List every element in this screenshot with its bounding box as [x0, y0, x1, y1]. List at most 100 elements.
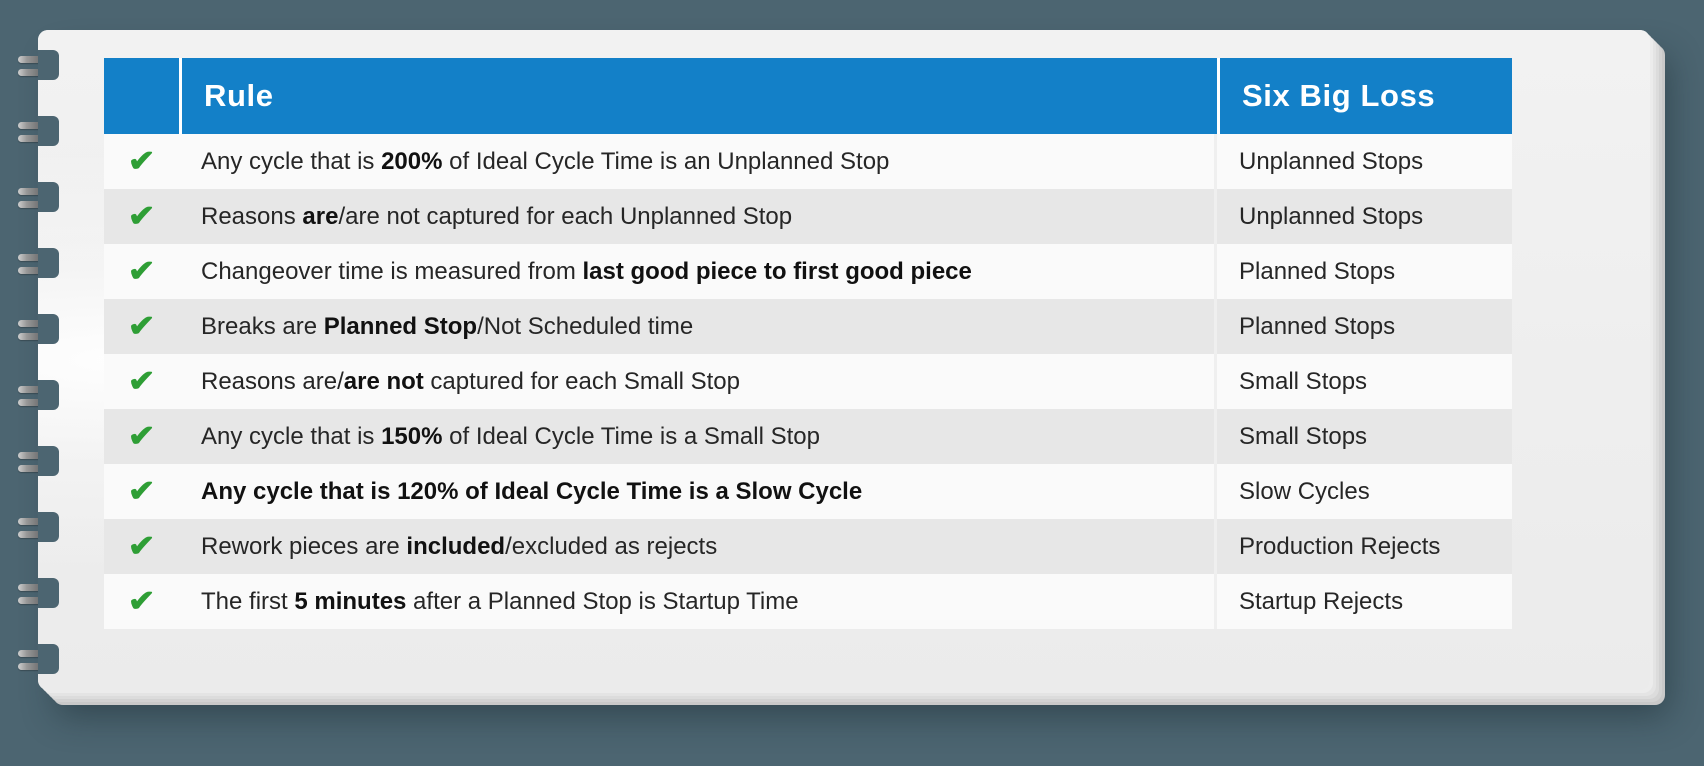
six-big-loss-text: Unplanned Stops: [1239, 202, 1424, 230]
rule-text-fragment: Any cycle that is: [201, 422, 382, 450]
row-check-cell: ✔: [104, 464, 179, 519]
rules-table: Rule Six Big Loss ✔ Any cycle that is 200…: [104, 58, 1512, 629]
rule-text: Reasons are/are not captured for each Sm…: [201, 368, 740, 396]
rule-text-fragment: /are not captured for each Unplanned Sto…: [338, 202, 793, 230]
row-six-big-loss-cell: Startup Rejects: [1217, 574, 1512, 629]
row-six-big-loss-cell: Unplanned Stops: [1217, 134, 1512, 189]
row-six-big-loss-cell: Unplanned Stops: [1217, 189, 1512, 244]
row-check-cell: ✔: [104, 409, 179, 464]
six-big-loss-text: Small Stops: [1239, 367, 1368, 395]
row-rule-cell: Rework pieces are included/excluded as r…: [179, 519, 1214, 574]
rule-text: Changeover time is measured from last go…: [201, 258, 972, 286]
rule-text: Any cycle that is 200% of Ideal Cycle Ti…: [201, 148, 889, 176]
check-icon: ✔: [127, 254, 156, 288]
binding-notch: [38, 380, 59, 410]
table-row[interactable]: ✔ Changeover time is measured from last g…: [104, 244, 1512, 299]
check-icon: ✔: [127, 144, 156, 178]
row-rule-cell: Breaks are Planned Stop/Not Scheduled ti…: [179, 299, 1214, 354]
rule-text-fragment: Changeover time is measured from: [201, 257, 583, 285]
row-rule-cell: Reasons are/are not captured for each Un…: [179, 189, 1214, 244]
row-six-big-loss-cell: Production Rejects: [1217, 519, 1512, 574]
paper-surface: Rule Six Big Loss ✔ Any cycle that is 200…: [38, 30, 1650, 690]
row-check-cell: ✔: [104, 189, 179, 244]
binding-notch: [38, 512, 59, 542]
rule-text: Any cycle that is 150% of Ideal Cycle Ti…: [201, 423, 820, 451]
rule-text-fragment: Reasons: [201, 202, 303, 230]
binding-notch: [38, 314, 59, 344]
check-icon: ✔: [127, 199, 156, 233]
binding-notch: [38, 116, 59, 146]
binding-notch: [38, 578, 59, 608]
row-rule-cell: Any cycle that is 150% of Ideal Cycle Ti…: [179, 409, 1214, 464]
check-icon: ✔: [127, 419, 156, 453]
check-icon: ✔: [127, 364, 156, 398]
rule-text-fragment: of Ideal Cycle Time is an Unplanned Stop: [442, 147, 890, 175]
table-row[interactable]: ✔ Any cycle that is 150% of Ideal Cycle T…: [104, 409, 1512, 464]
binding-notch: [38, 248, 59, 278]
rule-text-fragment: Reasons are/: [201, 367, 344, 395]
six-big-loss-text: Slow Cycles: [1239, 477, 1370, 505]
six-big-loss-text: Planned Stops: [1239, 257, 1396, 285]
table-header-row: Rule Six Big Loss: [104, 58, 1512, 134]
rule-text: Rework pieces are included/excluded as r…: [201, 533, 717, 561]
rule-text-fragment: /Not Scheduled time: [477, 312, 694, 340]
rule-text: Breaks are Planned Stop/Not Scheduled ti…: [201, 313, 693, 341]
check-icon: ✔: [127, 584, 156, 618]
rule-text: Any cycle that is 120% of Ideal Cycle Ti…: [201, 478, 862, 506]
rule-text-fragment: Rework pieces are: [201, 532, 407, 560]
row-check-cell: ✔: [104, 574, 179, 629]
table-row[interactable]: ✔ Rework pieces are included/excluded as …: [104, 519, 1512, 574]
header-cell-rule: Rule: [179, 58, 1217, 134]
table-body: ✔ Any cycle that is 200% of Ideal Cycle T…: [104, 134, 1512, 629]
row-check-cell: ✔: [104, 299, 179, 354]
paper-sheet: Rule Six Big Loss ✔ Any cycle that is 200…: [38, 30, 1650, 690]
binding-notch: [38, 50, 59, 80]
check-icon: ✔: [127, 529, 156, 563]
rule-text-fragment: of Ideal Cycle Time is a Small Stop: [442, 422, 820, 450]
rule-text-emphasis: last good piece to first good piece: [582, 257, 972, 285]
rule-text-fragment: of Ideal Cycle Time is a Slow Cycle: [458, 477, 863, 505]
table-row[interactable]: ✔ The first 5 minutes after a Planned Sto…: [104, 574, 1512, 629]
header-cell-six-big-loss: Six Big Loss: [1217, 58, 1512, 134]
table-row[interactable]: ✔ Breaks are Planned Stop/Not Scheduled t…: [104, 299, 1512, 354]
rule-text: The first 5 minutes after a Planned Stop…: [201, 588, 799, 616]
table-row[interactable]: ✔ Any cycle that is 200% of Ideal Cycle T…: [104, 134, 1512, 189]
row-rule-cell: Any cycle that is 200% of Ideal Cycle Ti…: [179, 134, 1214, 189]
header-cell-check: [104, 58, 179, 134]
header-label-rule: Rule: [204, 78, 274, 113]
rule-text-emphasis: 200%: [381, 147, 443, 175]
row-check-cell: ✔: [104, 134, 179, 189]
six-big-loss-text: Production Rejects: [1239, 532, 1441, 560]
table-row[interactable]: ✔ Reasons are/are not captured for each S…: [104, 354, 1512, 409]
rule-text-emphasis: 120%: [397, 477, 459, 505]
row-six-big-loss-cell: Small Stops: [1217, 409, 1512, 464]
row-check-cell: ✔: [104, 519, 179, 574]
rule-text-fragment: captured for each Small Stop: [423, 367, 740, 395]
rule-text-emphasis: are: [302, 202, 339, 230]
six-big-loss-text: Planned Stops: [1239, 312, 1396, 340]
header-label-six-big-loss: Six Big Loss: [1242, 78, 1436, 113]
row-six-big-loss-cell: Planned Stops: [1217, 244, 1512, 299]
row-check-cell: ✔: [104, 244, 179, 299]
binding-notch: [38, 644, 59, 674]
rule-text-fragment: Any cycle that is: [201, 147, 382, 175]
table-row[interactable]: ✔ Any cycle that is 120% of Ideal Cycle T…: [104, 464, 1512, 519]
six-big-loss-text: Small Stops: [1239, 422, 1368, 450]
binding-notch: [38, 182, 59, 212]
row-rule-cell: Changeover time is measured from last go…: [179, 244, 1214, 299]
rule-text-fragment: Breaks are: [201, 312, 324, 340]
rule-text-emphasis: are not: [343, 367, 424, 395]
rule-text-emphasis: included: [406, 532, 506, 560]
check-icon: ✔: [127, 474, 156, 508]
table-row[interactable]: ✔ Reasons are/are not captured for each U…: [104, 189, 1512, 244]
row-six-big-loss-cell: Small Stops: [1217, 354, 1512, 409]
rule-text-fragment: after a Planned Stop is Startup Time: [406, 587, 799, 615]
check-icon: ✔: [127, 309, 156, 343]
rule-text-fragment: /excluded as rejects: [505, 532, 718, 560]
row-six-big-loss-cell: Planned Stops: [1217, 299, 1512, 354]
row-check-cell: ✔: [104, 354, 179, 409]
rule-text-emphasis: Planned Stop: [323, 312, 478, 340]
rule-text: Reasons are/are not captured for each Un…: [201, 203, 792, 231]
row-rule-cell: Reasons are/are not captured for each Sm…: [179, 354, 1214, 409]
rule-text-emphasis: 5 minutes: [294, 587, 407, 615]
